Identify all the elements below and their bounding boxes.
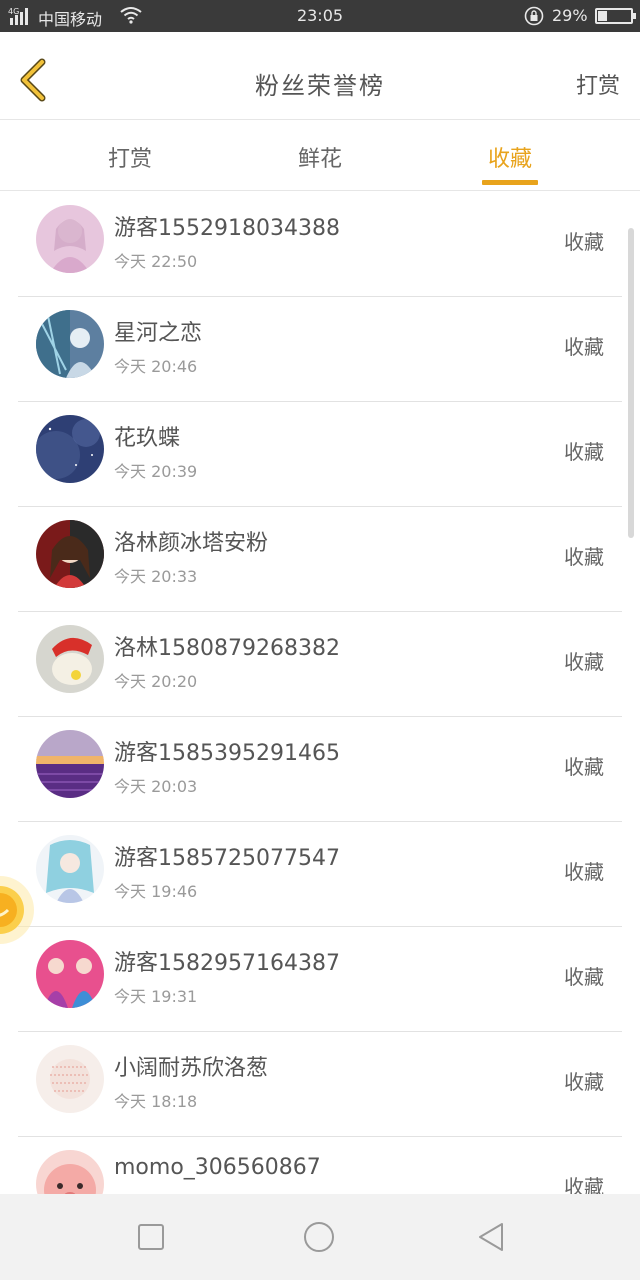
user-name: 洛林颜冰塔安粉 [114,531,269,556]
avatar[interactable] [36,205,104,273]
action-label: 收藏 [564,1070,604,1094]
action-label: 收藏 [564,1175,604,1194]
battery-percent: 29% [552,6,588,25]
action-label: 收藏 [564,230,604,254]
list-item[interactable]: 游客1585725077547 今天 19:46 收藏 [18,822,622,927]
recent-apps-icon[interactable] [134,1220,168,1254]
timestamp: 今天 19:46 [114,882,198,901]
action-label: 收藏 [564,755,604,779]
user-name: 花玖蝶 [114,426,181,451]
user-name: 游客1552918034388 [114,216,340,241]
list-item[interactable]: 游客1582957164387 今天 19:31 收藏 [18,927,622,1032]
tab-label: 收藏 [487,147,532,172]
avatar[interactable] [36,415,104,483]
tab-reward[interactable]: 打赏 [70,141,190,173]
action-label: 收藏 [564,545,604,569]
tab-favorites[interactable]: 收藏 [450,141,570,185]
tab-label: 鲜花 [297,147,342,172]
list-item[interactable]: momo_306560867 收藏 [18,1137,622,1194]
list-item[interactable]: 花玖蝶 今天 20:39 收藏 [18,402,622,507]
action-label: 收藏 [564,650,604,674]
avatar[interactable] [36,520,104,588]
timestamp: 今天 20:33 [114,567,198,586]
status-bar: 4G 中国移动 23:05 29% [0,0,640,32]
action-label: 收藏 [564,860,604,884]
avatar[interactable] [36,625,104,693]
home-icon[interactable] [302,1220,336,1254]
list-item[interactable]: 游客1552918034388 今天 22:50 收藏 [18,192,622,297]
user-name: 小阔耐苏欣洛葱 [114,1056,269,1081]
timestamp: 今天 20:46 [114,357,198,376]
user-name: momo_306560867 [114,1155,321,1180]
avatar[interactable] [36,835,104,903]
user-name: 游客1585395291465 [114,741,340,766]
user-name: 游客1582957164387 [114,951,340,976]
timestamp: 今天 20:20 [114,672,198,691]
list-item[interactable]: 小阔耐苏欣洛葱 今天 18:18 收藏 [18,1032,622,1137]
user-name: 游客1585725077547 [114,846,340,871]
tab-flowers[interactable]: 鲜花 [260,141,380,173]
reward-button[interactable]: 打赏 [576,68,620,100]
user-name: 星河之恋 [114,321,203,346]
avatar[interactable] [36,310,104,378]
status-time: 23:05 [296,6,344,25]
page-title: 粉丝荣誉榜 [255,72,385,100]
floating-sun-icon[interactable] [0,870,40,950]
fan-list[interactable]: 游客1552918034388 今天 22:50 收藏 星河之恋 今天 20:4… [0,192,640,1194]
timestamp: 今天 20:03 [114,777,198,796]
list-item[interactable]: 洛林1580879268382 今天 20:20 收藏 [18,612,622,717]
header: 粉丝荣誉榜 打赏 [0,32,640,120]
timestamp: 今天 19:31 [114,987,198,1006]
timestamp: 今天 18:18 [114,1092,198,1111]
list-item[interactable]: 游客1585395291465 今天 20:03 收藏 [18,717,622,822]
battery-icon [595,8,636,24]
tab-bar: 打赏 鲜花 收藏 [0,121,640,191]
tab-label: 打赏 [107,147,152,172]
action-label: 收藏 [564,440,604,464]
user-name: 洛林1580879268382 [114,636,340,661]
list-item[interactable]: 洛林颜冰塔安粉 今天 20:33 收藏 [18,507,622,612]
avatar[interactable] [36,1045,104,1113]
avatar[interactable] [36,1150,104,1194]
avatar[interactable] [36,730,104,798]
tab-indicator [482,180,538,185]
rotation-lock-icon [524,6,544,26]
avatar[interactable] [36,940,104,1008]
timestamp: 今天 22:50 [114,252,198,271]
action-label: 收藏 [564,335,604,359]
timestamp: 今天 20:39 [114,462,198,481]
scrollbar[interactable] [628,228,634,538]
system-nav-bar [0,1194,640,1280]
action-label: 收藏 [564,965,604,989]
back-icon[interactable] [474,1220,508,1254]
list-item[interactable]: 星河之恋 今天 20:46 收藏 [18,297,622,402]
